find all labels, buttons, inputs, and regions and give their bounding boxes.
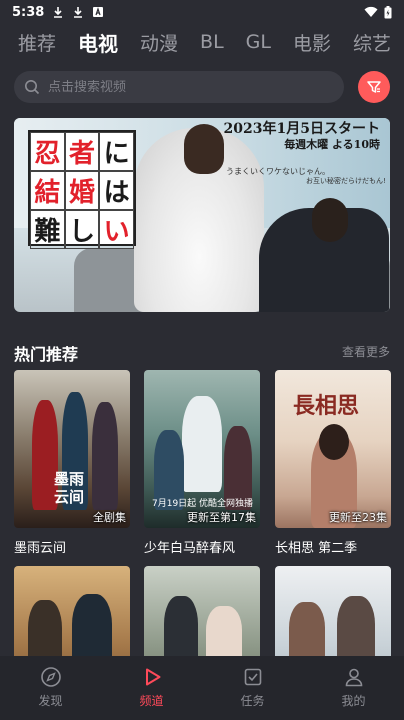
- app-notification-icon: [93, 7, 104, 17]
- tab-movie[interactable]: 电影: [293, 29, 331, 56]
- search-icon: [25, 80, 40, 95]
- banner-air-time: 毎週木曜 よる10時: [284, 138, 380, 151]
- download-icon: [74, 7, 83, 18]
- nav-label: 我的: [341, 694, 366, 708]
- user-icon: [345, 668, 362, 687]
- banner-title-char: は: [99, 171, 134, 210]
- banner-title-char: 難: [30, 210, 65, 249]
- video-poster: 長相思 更新至23集: [275, 370, 391, 528]
- search-bar[interactable]: [14, 71, 344, 103]
- play-icon: [145, 668, 160, 686]
- banner-title-char: い: [99, 210, 134, 249]
- bottom-navigation: 发现 频道 任务 我的: [0, 656, 404, 720]
- status-bar: 5:38: [0, 0, 404, 24]
- section-title: 热门推荐: [14, 345, 79, 364]
- banner-air-info: 2023年1月5日スタート 毎週木曜 よる10時: [224, 122, 380, 152]
- tab-bl[interactable]: BL: [200, 31, 224, 53]
- episode-badge: 更新至23集: [329, 511, 387, 524]
- wifi-icon: [364, 6, 378, 17]
- nav-channel[interactable]: 频道: [101, 656, 202, 720]
- episode-badge: 全剧集: [93, 511, 126, 524]
- banner-title-char: し: [64, 210, 100, 249]
- featured-banner[interactable]: 忍 者 に 結 婚 は 難 し い 2023年1月5日スタート 毎週木曜 よる1…: [14, 118, 390, 312]
- search-input[interactable]: [48, 79, 308, 95]
- banner-tagline: お互い秘密だらけだもん!: [306, 177, 386, 185]
- channel-tabs: 推荐 电视 动漫 BL GL 电影 综艺 纪: [0, 24, 404, 60]
- poster-caption: 7月19日起 优酷全网独播: [152, 499, 254, 509]
- tab-anime[interactable]: 动漫: [140, 29, 178, 56]
- battery-icon: [384, 5, 392, 18]
- tab-variety[interactable]: 综艺: [353, 29, 391, 56]
- see-more-link[interactable]: 查看更多: [342, 343, 390, 360]
- video-title: 少年白马醉春风: [144, 541, 236, 556]
- video-title: 墨雨云间: [14, 541, 67, 556]
- poster-title: 墨雨 云间: [54, 470, 85, 506]
- download-icon: [54, 7, 63, 18]
- banner-actor-head: [312, 198, 348, 242]
- video-card[interactable]: 7月19日起 优酷全网独播 更新至第17集 少年白马醉春风: [144, 370, 260, 556]
- video-title: 长相思 第二季: [275, 541, 358, 556]
- nav-profile[interactable]: 我的: [303, 656, 404, 720]
- banner-title-char: 者: [64, 132, 100, 171]
- video-card[interactable]: 墨雨 云间 全剧集 墨雨云间: [14, 370, 130, 556]
- poster-title: 長相思: [293, 393, 360, 419]
- filter-button[interactable]: [358, 71, 390, 103]
- banner-actress-head: [184, 124, 224, 174]
- filter-icon: [367, 81, 381, 93]
- nav-label: 发现: [38, 694, 63, 708]
- video-poster: 墨雨 云间 全剧集: [14, 370, 130, 528]
- nav-tasks[interactable]: 任务: [202, 656, 303, 720]
- tab-gl[interactable]: GL: [246, 31, 271, 53]
- nav-label: 频道: [139, 694, 164, 708]
- compass-icon: [40, 667, 61, 687]
- banner-title-char: 婚: [64, 171, 100, 210]
- banner-title-char: 忍: [30, 132, 65, 171]
- task-icon: [244, 668, 261, 686]
- banner-title-char: に: [99, 132, 134, 171]
- video-poster: 7月19日起 优酷全网独播 更新至第17集: [144, 370, 260, 528]
- banner-title: 忍 者 に 結 婚 は 難 し い: [28, 130, 136, 249]
- tab-recommend[interactable]: 推荐: [18, 29, 56, 56]
- nav-discover[interactable]: 发现: [0, 656, 101, 720]
- banner-title-char: 結: [30, 171, 65, 210]
- episode-badge: 更新至第17集: [187, 511, 256, 524]
- nav-label: 任务: [240, 694, 265, 708]
- video-card[interactable]: 長相思 更新至23集 长相思 第二季: [275, 370, 391, 556]
- banner-air-date: 2023年1月5日スタート: [223, 121, 380, 137]
- tab-tv[interactable]: 电视: [78, 28, 118, 60]
- status-time: 5:38: [12, 4, 45, 20]
